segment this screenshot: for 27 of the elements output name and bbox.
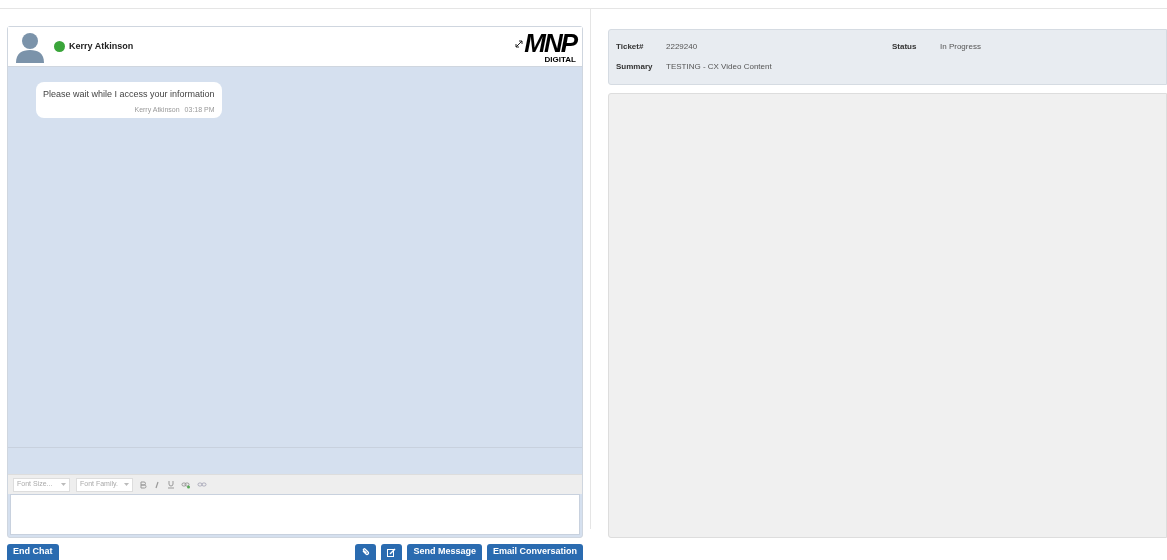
agent-name: Kerry Atkinson — [69, 39, 134, 53]
paperclip-icon — [361, 548, 370, 556]
field-label: Summary — [616, 61, 654, 73]
bold-icon[interactable] — [139, 480, 147, 489]
action-button[interactable]: Send Message — [407, 544, 482, 560]
field-label: Ticket# — [616, 41, 645, 53]
action-button[interactable]: End Chat — [7, 544, 59, 560]
logo-wordmark: MNP — [524, 29, 576, 56]
field-value: In Progress — [940, 41, 982, 53]
field-value: 2229240 — [666, 41, 699, 53]
user-avatar-icon — [14, 30, 46, 63]
unlink-icon[interactable] — [197, 480, 207, 489]
action-button[interactable]: Email Conversation — [486, 544, 583, 560]
attach-button[interactable] — [355, 544, 377, 560]
edit-icon — [387, 547, 397, 557]
edit-button[interactable] — [381, 544, 403, 560]
logo-subtitle: DIGITAL — [544, 55, 576, 64]
message-text: Please wait while I access your information — [43, 88, 215, 101]
message-input[interactable] — [10, 494, 580, 535]
italic-icon[interactable] — [153, 480, 161, 489]
field-value: TESTING - CX Video Content — [666, 61, 773, 73]
arrow-icon — [515, 39, 524, 48]
field-label: Status — [892, 41, 918, 53]
link-icon[interactable] — [181, 480, 191, 489]
underline-icon[interactable] — [167, 480, 175, 489]
caret-icon — [124, 483, 129, 486]
caret-icon — [61, 483, 66, 486]
